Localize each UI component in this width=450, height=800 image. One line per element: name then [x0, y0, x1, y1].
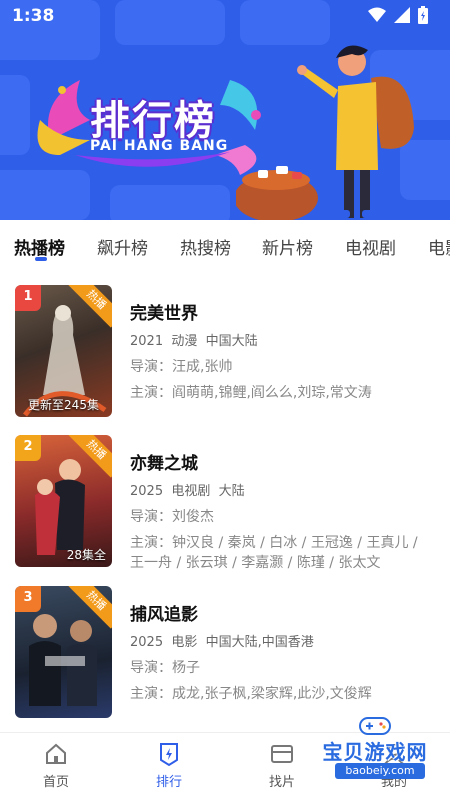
tab-rising[interactable]: 飙升榜 [97, 234, 148, 259]
watermark-text: 宝贝游戏网 [322, 740, 428, 764]
gamepad-icon [359, 717, 391, 735]
poster-image[interactable]: 2 热播 28集全 [15, 435, 112, 567]
item-director: 导演：杨子 [130, 660, 200, 676]
item-genre: 电视剧 [171, 484, 211, 499]
home-icon [46, 743, 66, 764]
item-title: 亦舞之城 [130, 454, 198, 474]
item-cast: 主演：钟汉良 / 秦岚 / 白冰 / 王冠逸 / 王真儿 / 王一舟 / 张云琪… [130, 535, 418, 571]
poster-image[interactable]: 1 热播 更新至245集 [15, 285, 112, 417]
banner-title-block: 排行榜 PAI HANG BANG [40, 70, 250, 170]
nav-home-label: 首页 [42, 775, 69, 790]
wifi-icon [368, 7, 386, 22]
tab-tv-series[interactable]: 电视剧 [345, 234, 396, 259]
item-genre: 动漫 [171, 334, 198, 349]
signal-icon [394, 7, 410, 23]
item-director: 导演：汪成,张帅 [130, 359, 233, 375]
item-cast: 主演：阎萌萌,锦鲤,阎么么,刘琮,常文涛 [130, 385, 372, 401]
site-watermark: 宝贝游戏网 baobeiy.com [300, 716, 450, 782]
rank-badge: 2 [15, 435, 41, 461]
item-genre: 电影 [171, 635, 198, 650]
rank-badge: 1 [15, 285, 41, 311]
item-director: 导演：刘俊杰 [130, 509, 214, 525]
item-title: 捕风追影 [130, 605, 198, 625]
active-tab-indicator [35, 257, 47, 261]
list-item[interactable]: 2 热播 28集全 亦舞之城 2025 电视剧 大陆 导演：刘俊杰 主演：钟汉良… [0, 435, 450, 575]
list-item[interactable]: 1 热播 更新至245集 完美世界 2021 动漫 中国大陆 导演：汪成,张帅 … [0, 285, 450, 425]
item-meta: 2021 动漫 中国大陆 [130, 330, 430, 349]
tab-hot-search[interactable]: 热搜榜 [180, 234, 231, 259]
item-year: 2025 [130, 484, 164, 499]
item-info: 完美世界 2021 动漫 中国大陆 导演：汪成,张帅 主演：阎萌萌,锦鲤,阎么么… [130, 299, 430, 409]
tab-hot-play[interactable]: 热播榜 [14, 234, 65, 259]
person-illustration [236, 45, 414, 220]
poster-image[interactable]: 3 热播 [15, 586, 112, 718]
nav-home[interactable]: 首页 [26, 741, 86, 790]
ranking-tabs: 热播榜 飙升榜 热搜榜 新片榜 电视剧 电影 [0, 220, 450, 270]
tab-movie[interactable]: 电影 [428, 234, 450, 259]
list-item[interactable]: 3 热播 捕风追影 2025 电影 中国大陆,中国香港 导演：杨子 主演：成龙,… [0, 586, 450, 726]
status-bar: 1:38 [0, 0, 450, 34]
item-region: 大陆 [218, 484, 245, 499]
watermark-url: baobeiy.com [335, 763, 425, 779]
item-region: 中国大陆 [205, 334, 258, 349]
ranking-page: 1:38 排行榜 PAI HANG BANG 热播榜 飙升榜 热搜榜 新片榜 电… [0, 0, 450, 800]
status-time: 1:38 [12, 6, 55, 26]
nav-ranking[interactable]: 排行 [139, 741, 199, 790]
ranking-list: 1 热播 更新至245集 完美世界 2021 动漫 中国大陆 导演：汪成,张帅 … [0, 270, 450, 732]
item-meta: 2025 电影 中国大陆,中国香港 [130, 631, 430, 650]
tab-new-release[interactable]: 新片榜 [262, 234, 313, 259]
item-region: 中国大陆,中国香港 [205, 635, 314, 650]
banner-subtitle: PAI HANG BANG [90, 138, 229, 154]
episode-caption: 28集全 [66, 548, 106, 562]
episode-caption: 更新至245集 [28, 398, 99, 412]
item-year: 2021 [130, 334, 164, 349]
ranking-banner: 1:38 排行榜 PAI HANG BANG [0, 0, 450, 220]
item-info: 捕风追影 2025 电影 中国大陆,中国香港 导演：杨子 主演：成龙,张子枫,梁… [130, 600, 430, 710]
item-title: 完美世界 [130, 304, 198, 324]
item-year: 2025 [130, 635, 164, 650]
ranking-icon [160, 743, 178, 767]
battery-icon [418, 6, 428, 24]
nav-find-label: 找片 [268, 775, 295, 790]
item-meta: 2025 电视剧 大陆 [130, 480, 430, 499]
find-icon [271, 745, 293, 763]
item-cast: 主演：成龙,张子枫,梁家辉,此沙,文俊辉 [130, 686, 372, 702]
nav-ranking-label: 排行 [155, 775, 182, 790]
item-info: 亦舞之城 2025 电视剧 大陆 导演：刘俊杰 主演：钟汉良 / 秦岚 / 白冰… [130, 449, 430, 579]
rank-badge: 3 [15, 586, 41, 612]
